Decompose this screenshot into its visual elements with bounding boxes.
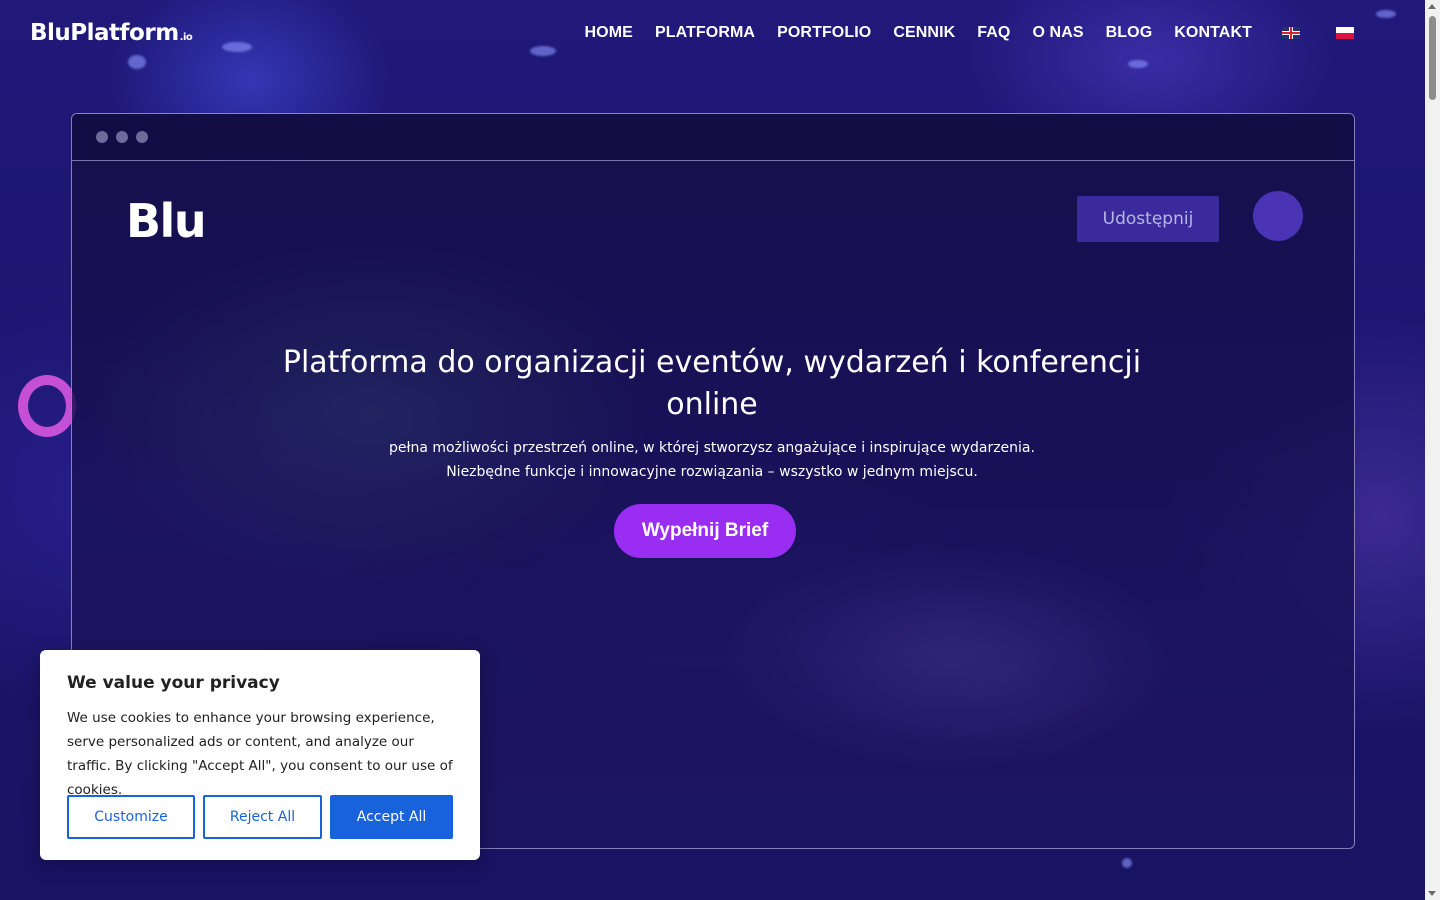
accept-all-button[interactable]: Accept All bbox=[330, 795, 453, 839]
uk-flag-icon[interactable] bbox=[1282, 27, 1300, 39]
mockup-logo: Blu bbox=[126, 194, 207, 248]
nav-kontakt[interactable]: KONTAKT bbox=[1174, 24, 1252, 42]
poland-flag-icon[interactable] bbox=[1336, 27, 1354, 39]
nav-cennik[interactable]: CENNIK bbox=[893, 24, 955, 42]
scroll-down-icon[interactable] bbox=[1428, 891, 1436, 896]
logo-suffix: .io bbox=[179, 32, 193, 43]
site-logo[interactable]: BluPlatform.io bbox=[30, 20, 193, 46]
share-button[interactable]: Udostępnij bbox=[1077, 196, 1219, 242]
window-dot-icon bbox=[116, 131, 128, 143]
page-title: Platforma do organizacji eventów, wydarz… bbox=[282, 345, 1142, 422]
nav-home[interactable]: HOME bbox=[585, 24, 633, 42]
hero-subtitle-line1: pełna możliwości przestrzeń online, w kt… bbox=[389, 440, 1035, 456]
avatar bbox=[1253, 191, 1303, 241]
nav-portfolio[interactable]: PORTFOLIO bbox=[777, 24, 871, 42]
hero-subtitle: pełna możliwości przestrzeń online, w kt… bbox=[312, 436, 1112, 484]
stage-light bbox=[222, 42, 252, 52]
stage-light bbox=[128, 55, 146, 69]
page-scrollbar[interactable] bbox=[1425, 0, 1440, 900]
window-dot-icon bbox=[136, 131, 148, 143]
customize-button[interactable]: Customize bbox=[67, 795, 195, 839]
nav-platforma[interactable]: PLATFORMA bbox=[655, 24, 755, 42]
cookie-text: We use cookies to enhance your browsing … bbox=[67, 710, 453, 798]
mockup-title-bar bbox=[72, 114, 1354, 161]
nav-faq[interactable]: FAQ bbox=[977, 24, 1010, 42]
stage-light bbox=[1128, 60, 1148, 68]
stage-light bbox=[1376, 10, 1396, 18]
window-dot-icon bbox=[96, 131, 108, 143]
fill-brief-button[interactable]: Wypełnij Brief bbox=[614, 504, 796, 558]
nav-o-nas[interactable]: O NAS bbox=[1032, 24, 1083, 42]
cookie-title: We value your privacy bbox=[67, 673, 280, 693]
reject-all-button[interactable]: Reject All bbox=[203, 795, 322, 839]
cookie-consent-banner: We value your privacy We use cookies to … bbox=[40, 650, 480, 860]
logo-main: BluPlatform bbox=[30, 20, 179, 46]
nav-blog[interactable]: BLOG bbox=[1106, 24, 1153, 42]
stage-light bbox=[530, 46, 556, 56]
hero-subtitle-line2: Niezbędne funkcje i innowacyjne rozwiąza… bbox=[446, 464, 978, 480]
main-nav: HOME PLATFORMA PORTFOLIO CENNIK FAQ O NA… bbox=[585, 24, 1354, 42]
scroll-up-icon[interactable] bbox=[1428, 4, 1436, 9]
stage-light bbox=[1122, 858, 1132, 868]
background-shape bbox=[18, 375, 76, 437]
scrollbar-thumb[interactable] bbox=[1429, 16, 1436, 100]
